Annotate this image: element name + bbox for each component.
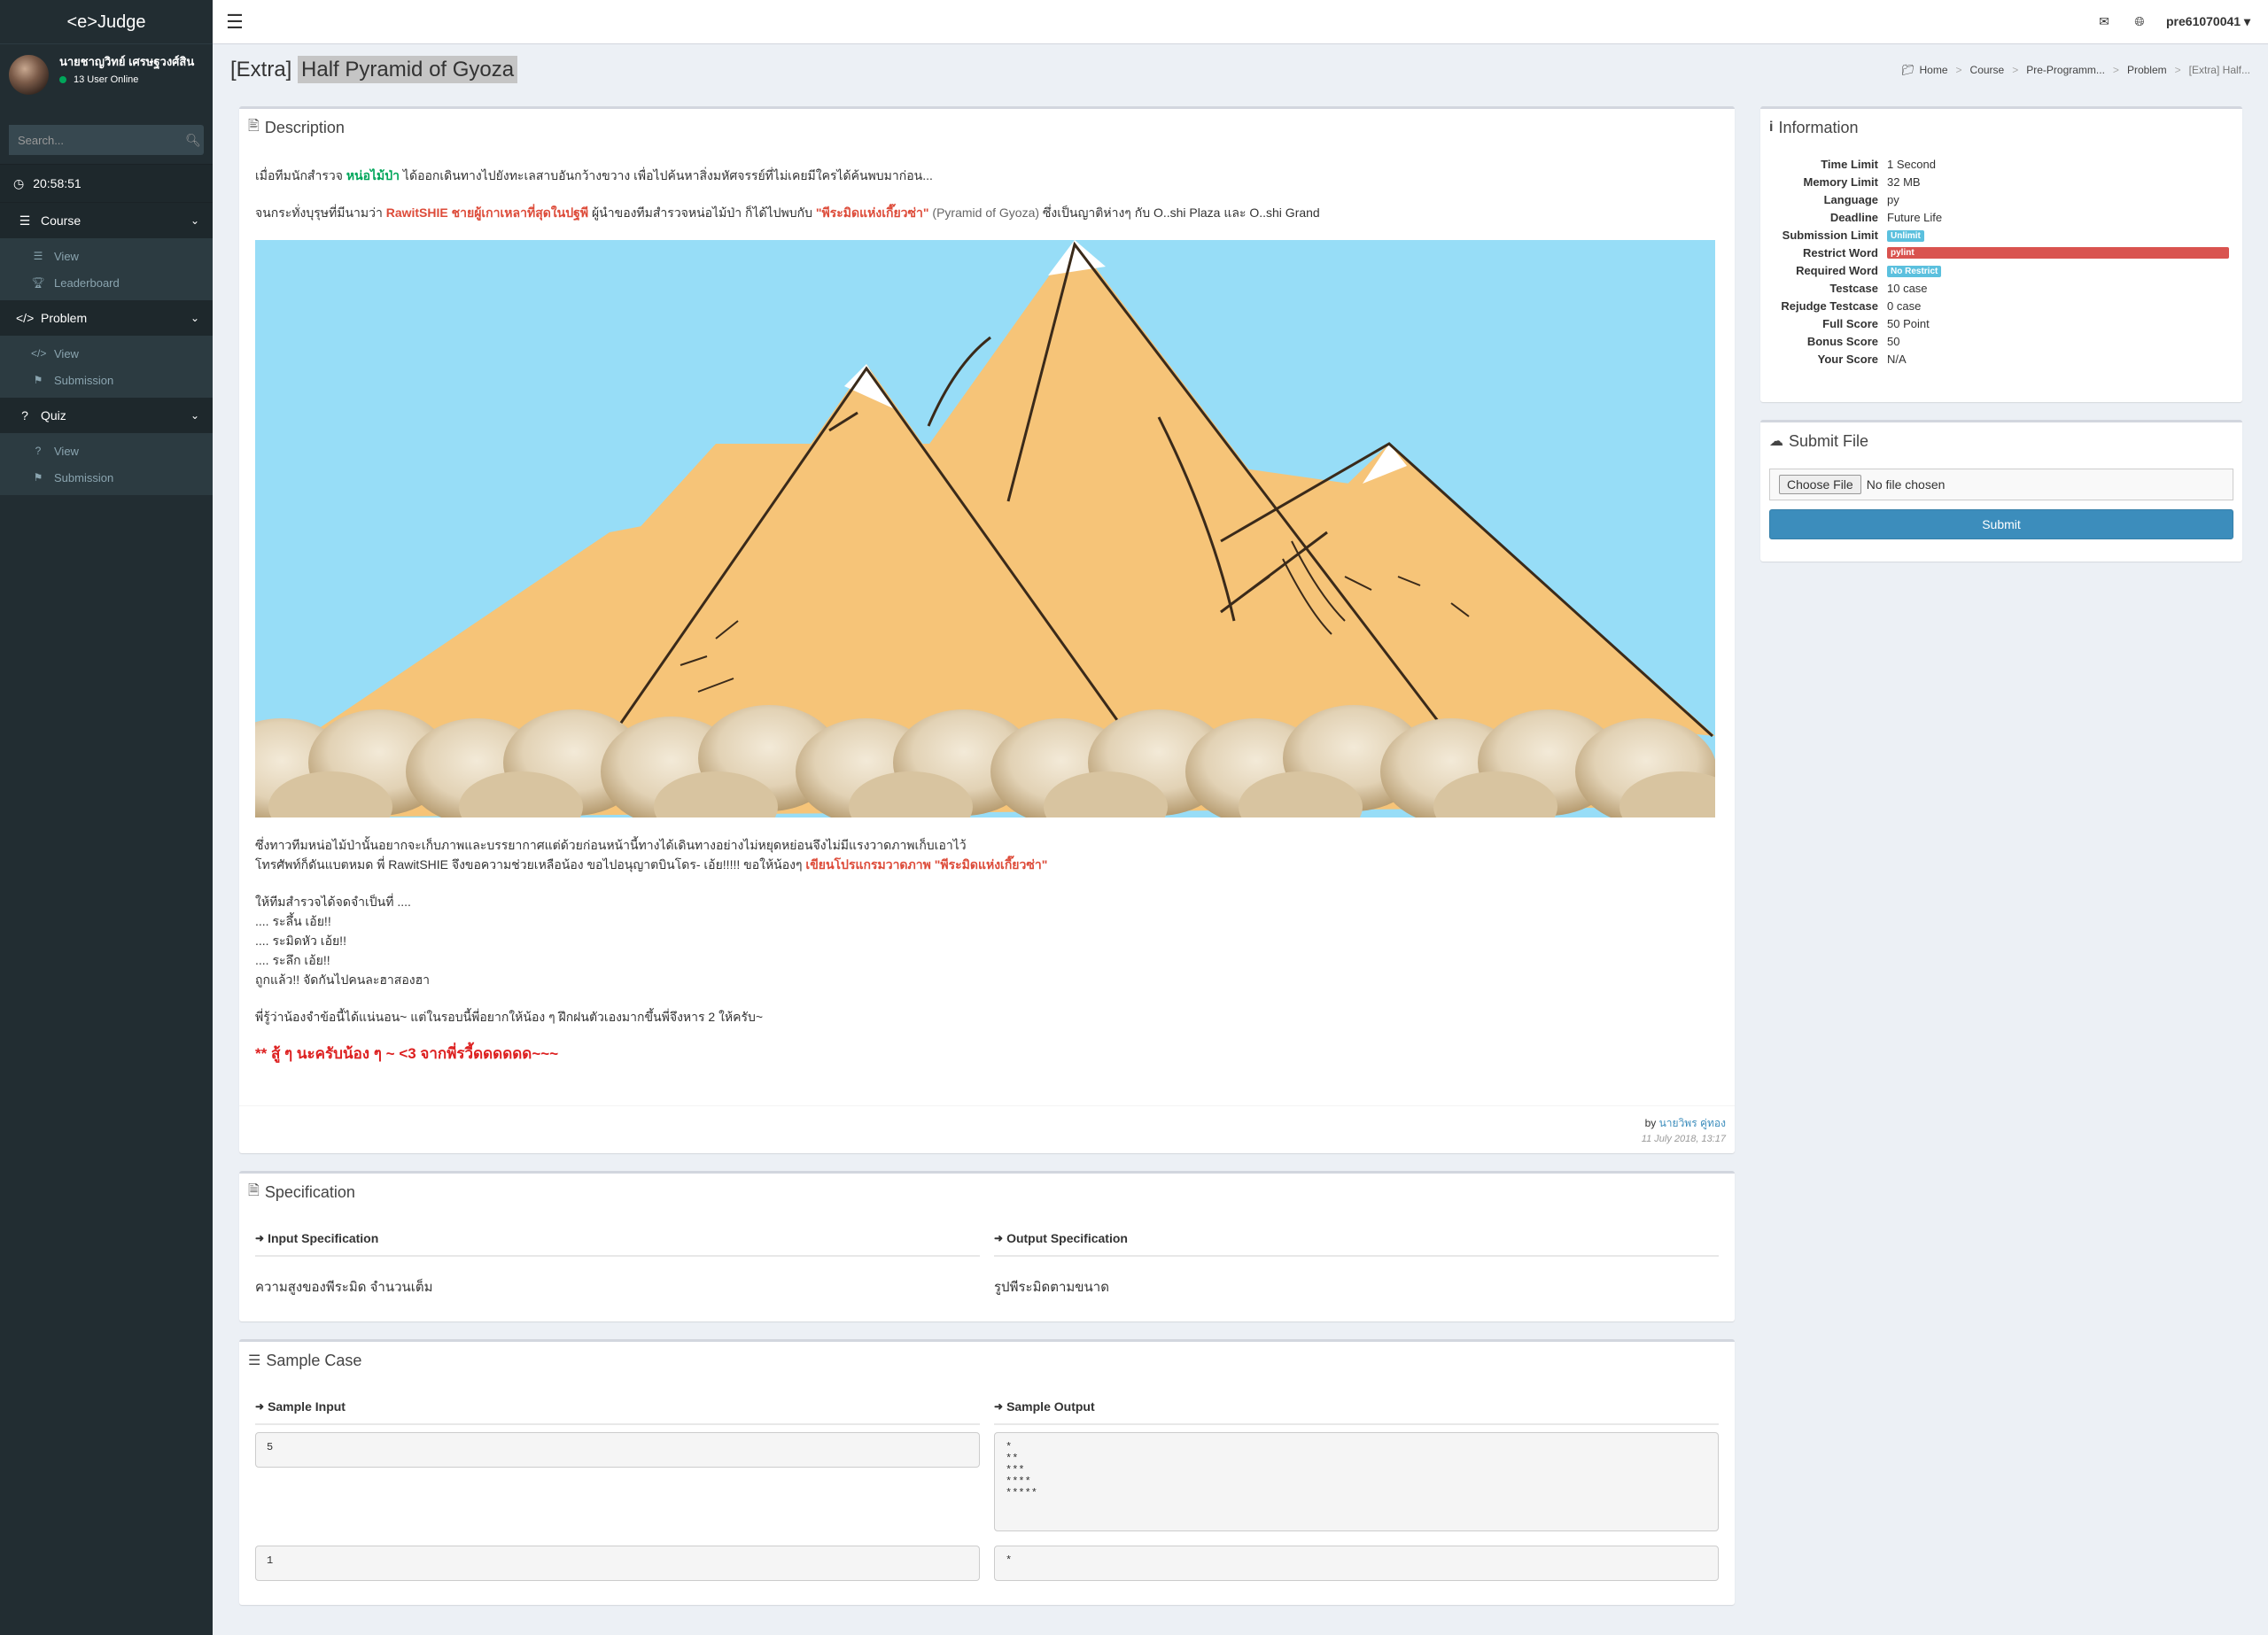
menu-course[interactable]: ☰ Course ⌄	[0, 203, 213, 238]
breadcrumb-course[interactable]: Course	[1970, 64, 2005, 76]
question-icon: ?	[21, 408, 28, 422]
info-icon: i	[1769, 120, 1774, 135]
file-input[interactable]: Choose File No file chosen	[1769, 469, 2233, 500]
file-text-icon: 🗎︎	[248, 1182, 260, 1198]
output-spec-text: รูปพีระมิดตามขนาด	[994, 1280, 1109, 1295]
submit-button[interactable]: Submit	[1769, 509, 2233, 539]
description-box: 🖹︎ Description เมื่อทีมนักสำรวจ หน่อไม้ป่…	[211, 106, 1744, 1153]
clock-icon: ◷	[13, 175, 25, 190]
restrict-word-badge: pylint	[1887, 246, 2229, 259]
search-input[interactable]	[9, 125, 183, 155]
code-icon: </>	[31, 347, 47, 360]
sidebar: <e>Judge นายชาญวิทย์ เศรษฐวงศ์สิน 13 Use…	[0, 0, 213, 1635]
sample-output-1: * ** *** **** *****	[994, 1432, 1719, 1531]
submit-file-box: ☁ Submit File Choose File No file chosen …	[1760, 420, 2242, 562]
clock: ◷ 20:58:51	[0, 164, 213, 203]
sidebar-search: 🔍︎	[9, 125, 204, 155]
flag-icon: ⚑	[33, 374, 43, 386]
sample-input-1: 5	[255, 1432, 980, 1468]
list-icon: ☰	[19, 213, 31, 228]
online-dot-icon	[59, 76, 66, 83]
breadcrumb: 📁︎ Home > Course > Pre-Programm... > Proble…	[1901, 64, 2250, 76]
sample-input-2: 1	[255, 1546, 980, 1581]
cloud-upload-icon: ☁	[1769, 434, 1783, 449]
chevron-down-icon: ⌄	[190, 312, 199, 324]
chevron-down-icon: ⌄	[190, 214, 199, 227]
sample-case-box: ☰ Sample Case ➜ Sample Input ➜ Sample Outpu…	[239, 1339, 1735, 1605]
breadcrumb-course-name[interactable]: Pre-Programm...	[2026, 64, 2105, 76]
quiz-submission-link[interactable]: ⚑ Submission	[0, 464, 213, 491]
user-name: นายชาญวิทย์ เศรษฐวงศ์สิน	[59, 55, 195, 68]
breadcrumb-current: [Extra] Half...	[2188, 64, 2250, 76]
code-icon: </>	[16, 311, 35, 325]
author-link[interactable]: นายวิพร คู่ทอง	[1659, 1117, 1726, 1129]
sign-in-icon: ➜	[255, 1232, 265, 1244]
quiz-view-link[interactable]: ? View	[0, 438, 213, 464]
specification-box: 🗎︎ Specification ➜ Input Specification ควา…	[239, 1171, 1735, 1321]
globe-icon[interactable]: 🌐︎	[2122, 14, 2157, 29]
avatar	[9, 55, 49, 95]
question-icon: ?	[35, 445, 42, 457]
sign-out-icon: ➜	[994, 1400, 1004, 1413]
list-icon: ☰	[33, 250, 43, 262]
main-content: [Extra] Half Pyramid of Gyoza 📁︎ Home > C…	[211, 44, 2268, 1635]
sign-out-icon: ➜	[994, 1232, 1004, 1244]
chevron-down-icon: ⌄	[190, 409, 199, 422]
trophy-icon: 🏆︎	[31, 276, 45, 289]
home-icon: 📁︎	[1901, 64, 1915, 76]
pyramid-gyoza-image	[211, 240, 1744, 842]
online-status: 13 User Online	[59, 74, 210, 85]
author-info: by นายวิพร คู่ทอง 11 July 2018, 13:17	[239, 1105, 1735, 1153]
submission-limit-badge: Unlimit	[1887, 230, 1924, 242]
problem-submission-link[interactable]: ⚑ Submission	[0, 367, 213, 393]
user-panel: นายชาญวิทย์ เศรษฐวงศ์สิน 13 User Online	[0, 44, 213, 120]
flag-icon: ⚑	[33, 471, 43, 484]
breadcrumb-home[interactable]: Home	[1920, 64, 1948, 76]
sign-in-icon: ➜	[255, 1400, 265, 1413]
sidebar-toggle-icon[interactable]: ☰	[213, 0, 257, 44]
search-icon[interactable]: 🔍︎	[183, 125, 204, 155]
menu-quiz[interactable]: ? Quiz ⌄	[0, 398, 213, 433]
mail-icon[interactable]: ✉	[2086, 14, 2122, 29]
sample-output-2: *	[994, 1546, 1719, 1581]
caret-down-icon: ▾	[2243, 14, 2250, 28]
menu-problem[interactable]: </> Problem ⌄	[0, 300, 213, 336]
required-word-badge: No Restrict	[1887, 266, 1942, 277]
breadcrumb-problem[interactable]: Problem	[2127, 64, 2167, 76]
course-view-link[interactable]: ☰ View	[0, 243, 213, 269]
list-alt-icon: 🖹︎	[248, 118, 260, 134]
course-leaderboard-link[interactable]: 🏆︎ Leaderboard	[0, 269, 213, 296]
information-box: i Information Time Limit 1 Second Memory L…	[1760, 106, 2242, 402]
problem-view-link[interactable]: </> View	[0, 340, 213, 367]
user-menu[interactable]: pre61070041 ▾	[2157, 14, 2268, 29]
choose-file-button[interactable]: Choose File	[1779, 475, 1861, 494]
top-navbar: ☰ ✉ 🌐︎ pre61070041 ▾	[213, 0, 2268, 44]
input-spec-text: ความสูงของพีระมิด จำนวนเต็ม	[255, 1280, 433, 1295]
page-title: [Extra] Half Pyramid of Gyoza	[230, 56, 518, 83]
brand-logo[interactable]: <e>Judge	[0, 0, 213, 44]
list-ol-icon: ☰	[248, 1353, 261, 1368]
